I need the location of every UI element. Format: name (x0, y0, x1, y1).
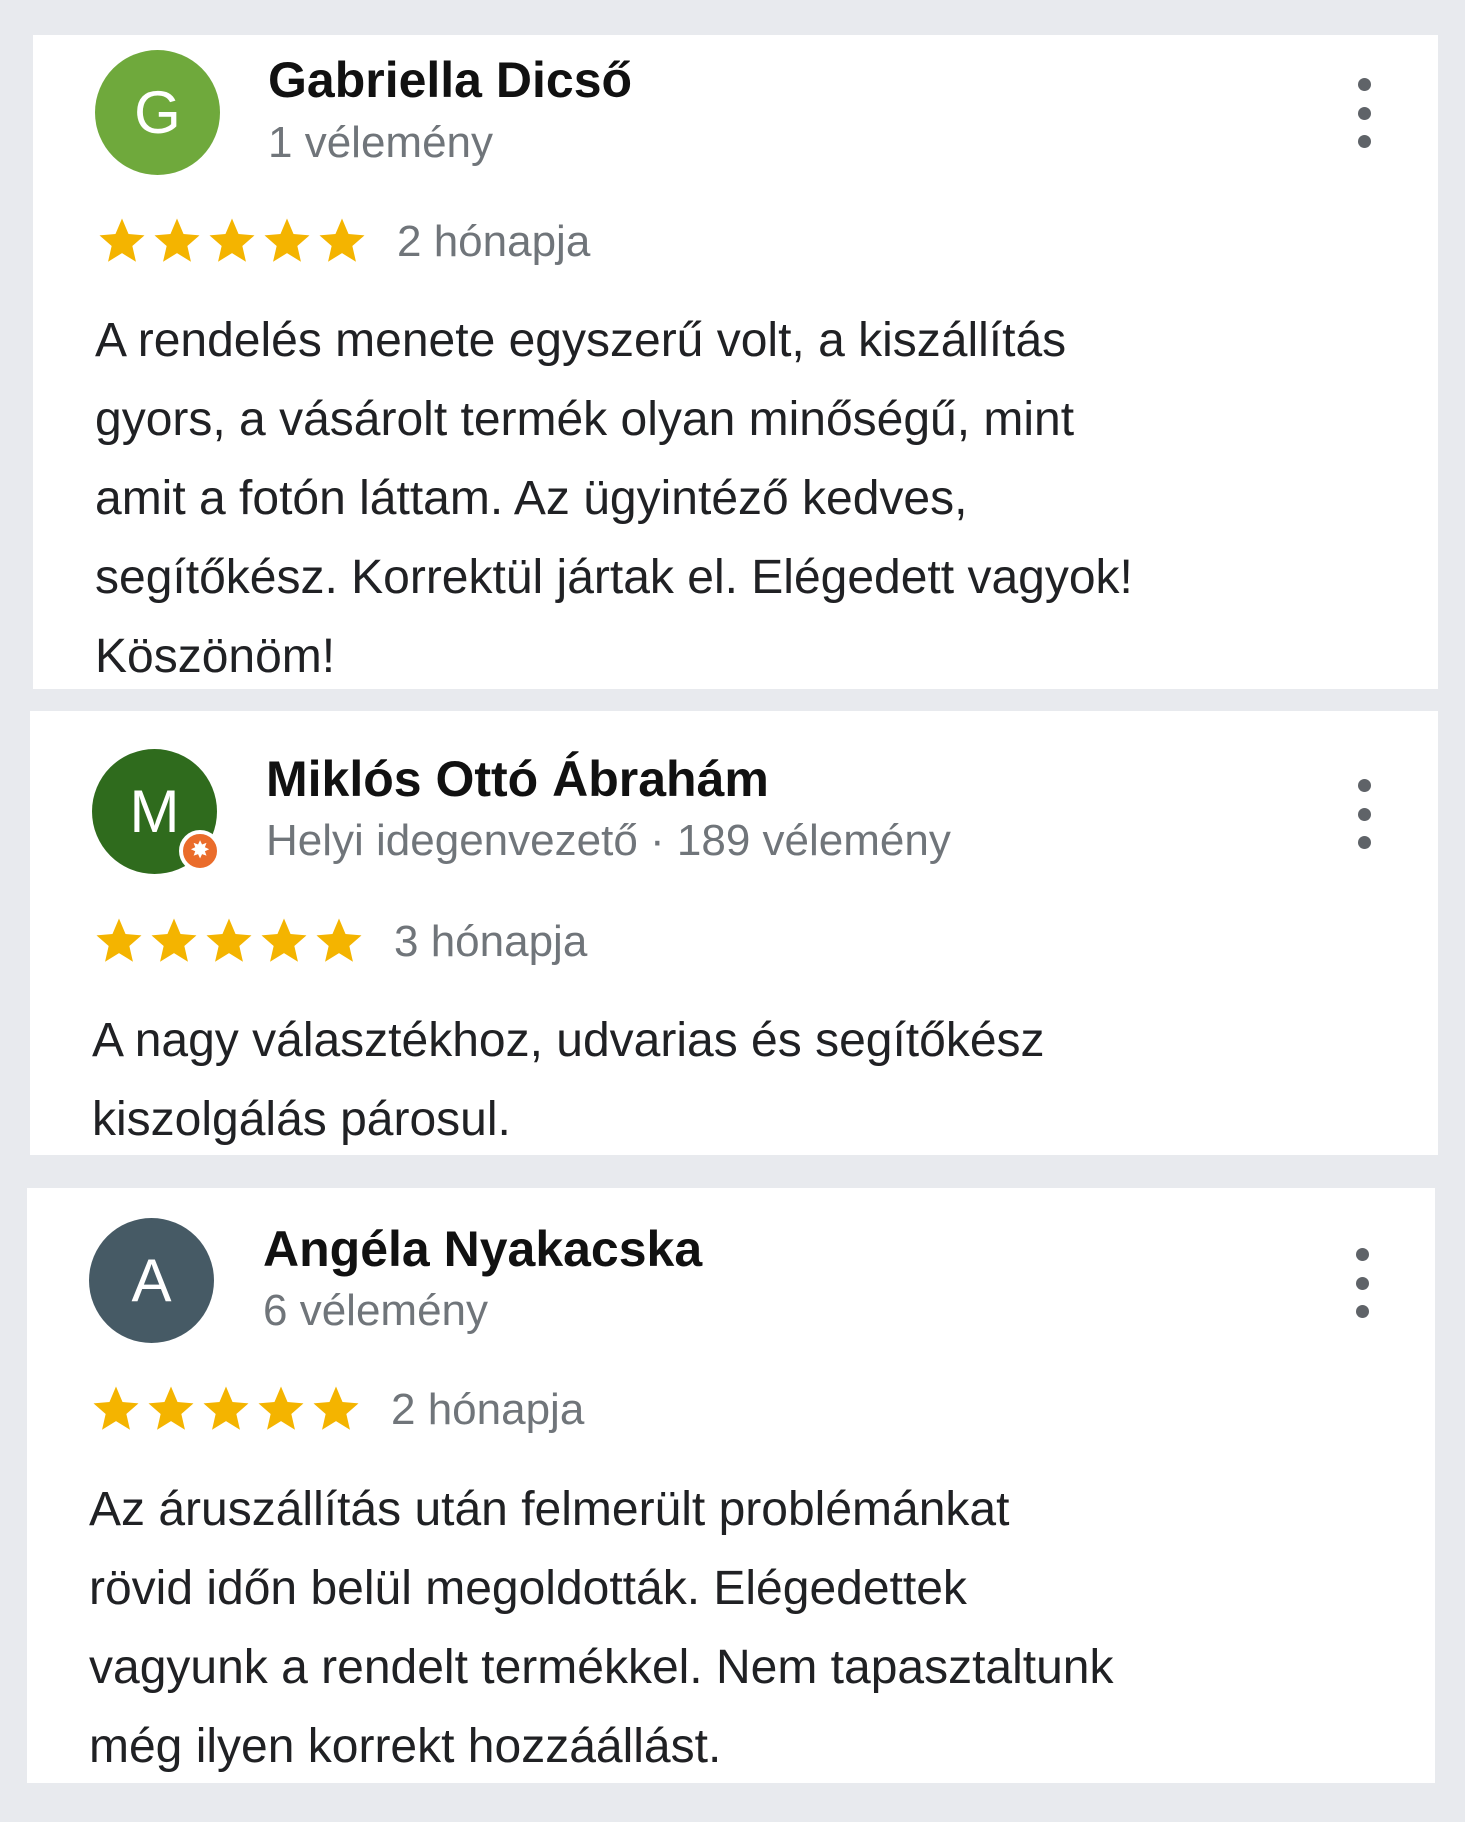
more-vert-icon-dot (1357, 78, 1371, 91)
star-rating (92, 911, 367, 971)
review-card: M ✸ Miklós Ottó Ábrahám Helyi idegenveze… (30, 711, 1438, 1155)
more-options-button[interactable] (1344, 78, 1384, 148)
more-vert-icon-dot (1355, 1248, 1369, 1261)
star-rating (95, 211, 370, 271)
more-vert-icon-dot (1355, 1305, 1369, 1318)
reviewer-review-count: 1 vélemény (268, 118, 494, 167)
star-icon (313, 1386, 359, 1430)
star-icon (319, 218, 365, 262)
more-vert-icon-dot (1357, 779, 1371, 792)
more-vert-icon-dot (1355, 1276, 1369, 1290)
star-icon (93, 1386, 139, 1430)
star-icon (148, 1386, 194, 1430)
reviewer-avatar[interactable]: A (89, 1218, 214, 1343)
review-text: A rendelés menete egyszerű volt, a kiszá… (95, 314, 1133, 683)
avatar-letter: G (134, 78, 181, 146)
star-icon (206, 918, 252, 962)
star-icon (261, 918, 307, 962)
review-date: 3 hónapja (394, 917, 588, 966)
reviewer-name[interactable]: Gabriella Dicső (268, 55, 632, 105)
review-text: A nagy választékhoz, udvarias és segítők… (92, 1014, 1045, 1146)
reviewer-review-count: 6 vélemény (263, 1286, 489, 1335)
local-guide-badge-icon: ✸ (179, 830, 221, 872)
more-vert-icon-dot (1357, 135, 1371, 148)
reviewer-avatar[interactable]: G (95, 50, 220, 175)
avatar-letter: A (131, 1246, 172, 1314)
reviewer-avatar[interactable]: M ✸ (92, 749, 221, 874)
star-icon (99, 218, 145, 262)
star-icon (316, 918, 362, 962)
star-icon (209, 218, 255, 262)
review-card: G Gabriella Dicső 1 vélemény 2 hónapja A… (33, 35, 1438, 689)
reviewer-review-count: Helyi idegenvezető · 189 vélemény (266, 816, 951, 865)
more-vert-icon-dot (1357, 836, 1371, 849)
review-card: A Angéla Nyakacska 6 vélemény 2 hónapja … (27, 1188, 1435, 1783)
review-text: Az áruszállítás után felmerült problémán… (89, 1483, 1114, 1773)
star-rating (89, 1379, 364, 1439)
review-date: 2 hónapja (397, 217, 591, 266)
avatar-letter: M (129, 777, 180, 845)
star-icon (96, 918, 142, 962)
star-icon (151, 918, 197, 962)
star-icon (203, 1386, 249, 1430)
more-options-button[interactable] (1342, 1248, 1382, 1318)
more-vert-icon-dot (1357, 106, 1371, 120)
more-options-button[interactable] (1344, 779, 1384, 849)
review-date: 2 hónapja (391, 1385, 585, 1434)
reviewer-name[interactable]: Angéla Nyakacska (263, 1224, 702, 1274)
star-icon (154, 218, 200, 262)
star-icon (264, 218, 310, 262)
more-vert-icon-dot (1357, 807, 1371, 821)
reviewer-name[interactable]: Miklós Ottó Ábrahám (266, 754, 769, 804)
star-icon (258, 1386, 304, 1430)
